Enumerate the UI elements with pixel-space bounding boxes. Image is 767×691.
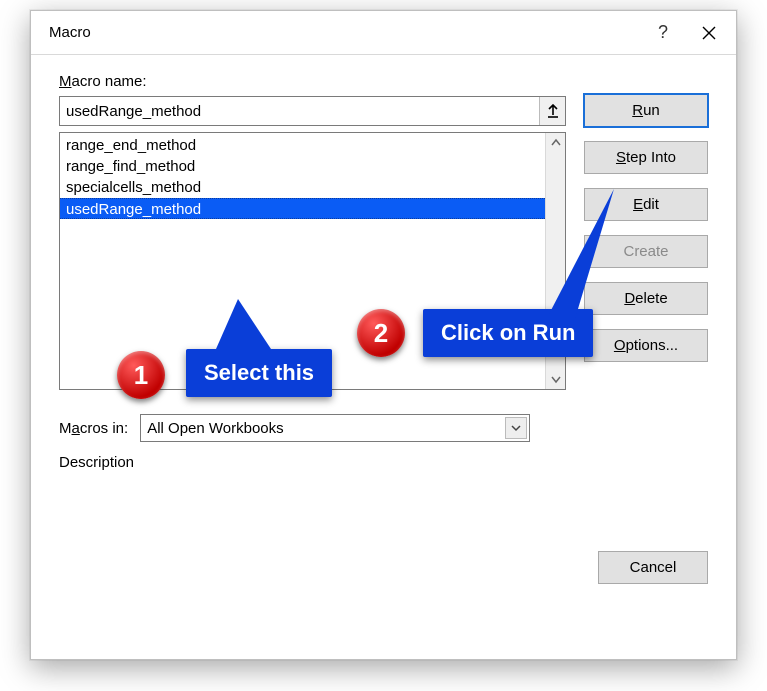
collapse-icon <box>546 104 560 118</box>
macro-name-field[interactable] <box>59 96 566 126</box>
list-item[interactable]: specialcells_method <box>60 177 545 198</box>
run-button[interactable]: Run <box>584 94 708 127</box>
cancel-button[interactable]: Cancel <box>598 551 708 584</box>
annotation-click-run: Click on Run <box>423 309 593 357</box>
close-icon <box>702 26 716 40</box>
macro-name-label: Macro name: <box>59 73 708 90</box>
step-into-button[interactable]: Step Into <box>584 141 708 174</box>
create-button: Create <box>584 235 708 268</box>
list-item[interactable]: range_find_method <box>60 156 545 177</box>
options-button[interactable]: Options... <box>584 329 708 362</box>
list-item[interactable]: usedRange_method <box>60 198 545 219</box>
dialog-title: Macro <box>49 24 640 41</box>
collapse-button[interactable] <box>539 97 565 125</box>
chevron-down-icon <box>505 417 527 439</box>
macros-in-select[interactable]: All Open Workbooks <box>140 414 530 442</box>
description-label: Description <box>59 454 708 471</box>
macros-in-label: Macros in: <box>59 420 128 437</box>
scroll-up-icon[interactable] <box>546 133 565 153</box>
annotation-select-this: Select this <box>186 349 332 397</box>
list-item[interactable]: range_end_method <box>60 135 545 156</box>
macros-in-value: All Open Workbooks <box>147 420 283 437</box>
help-button[interactable]: ? <box>640 11 686 55</box>
delete-button[interactable]: Delete <box>584 282 708 315</box>
annotation-badge-1: 1 <box>117 351 165 399</box>
scroll-down-icon[interactable] <box>546 369 565 389</box>
macro-dialog: Macro ? Macro name: <box>30 10 737 660</box>
titlebar: Macro ? <box>31 11 736 55</box>
annotation-badge-2: 2 <box>357 309 405 357</box>
close-button[interactable] <box>686 11 732 55</box>
macro-name-input[interactable] <box>60 97 539 125</box>
